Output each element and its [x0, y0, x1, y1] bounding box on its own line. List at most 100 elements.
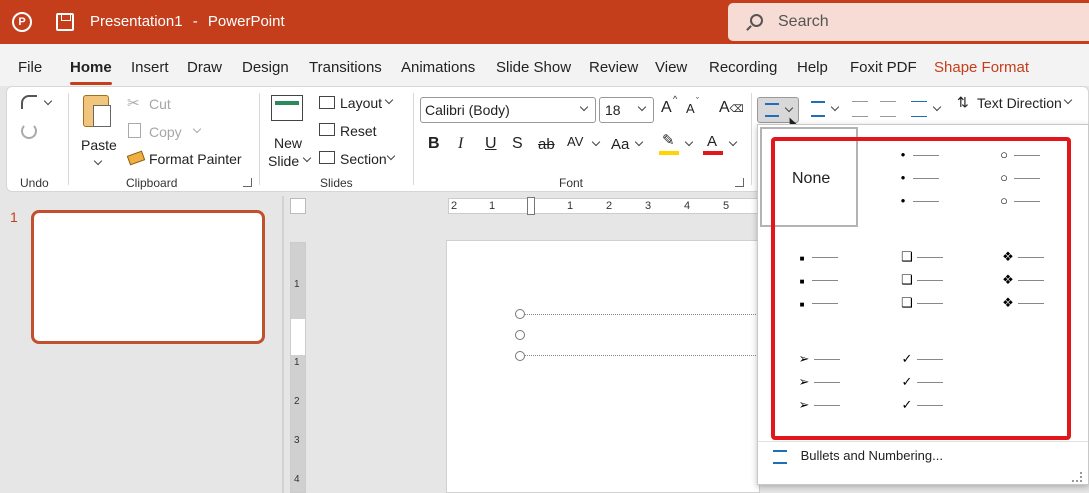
filled-square-bullet-icon: ■	[799, 300, 805, 309]
new-slide-header-icon	[275, 101, 299, 105]
text-placeholder-box[interactable]	[520, 314, 760, 356]
tab-review[interactable]: Review	[589, 59, 638, 76]
tab-help[interactable]: Help	[797, 59, 828, 76]
decrease-font-size-button[interactable]: A	[686, 101, 695, 116]
tab-recording[interactable]: Recording	[709, 59, 777, 76]
layout-button[interactable]: Layout	[340, 95, 382, 111]
bullet-option-none[interactable]: None	[760, 127, 858, 227]
section-dropdown-chevron-icon[interactable]	[386, 151, 396, 161]
ruler-label: 1	[294, 357, 300, 368]
filled-round-bullet-icon: •	[900, 193, 906, 208]
undo-dropdown-chevron-icon[interactable]	[43, 96, 53, 106]
character-spacing-chevron-icon[interactable]	[591, 137, 601, 147]
bullet-option-arrow[interactable]: ➢ ➢ ➢	[760, 339, 858, 439]
bullet-option-filled-square[interactable]: ■ ■ ■	[760, 233, 858, 333]
bullet-option-filled-round[interactable]: • • •	[865, 127, 963, 227]
undo-icon[interactable]	[21, 95, 37, 109]
font-size-chevron-icon	[637, 102, 647, 112]
search-icon	[750, 14, 763, 27]
text-shadow-button[interactable]: S	[512, 135, 523, 153]
horizontal-ruler[interactable]: 2 1 1 2 3 4 5	[448, 197, 759, 215]
ruler-tab-selector[interactable]	[290, 198, 306, 214]
paste-page-icon	[93, 105, 111, 127]
copy-icon	[128, 123, 141, 138]
indent-marker-icon[interactable]	[527, 197, 535, 215]
resize-grip-icon[interactable]	[1072, 472, 1082, 482]
layout-dropdown-chevron-icon[interactable]	[384, 95, 394, 105]
pane-splitter[interactable]	[282, 196, 284, 493]
font-dialog-launcher-icon[interactable]	[735, 178, 744, 187]
ruler-label: 5	[723, 200, 730, 212]
bullet-option-hollow-round[interactable]: ○ ○ ○	[970, 127, 1068, 227]
save-icon[interactable]	[56, 13, 74, 31]
change-case-button[interactable]: Aa	[611, 136, 629, 153]
tab-slide-show[interactable]: Slide Show	[496, 59, 571, 76]
copy-dropdown-chevron-icon[interactable]	[192, 124, 202, 134]
tab-transitions[interactable]: Transitions	[309, 59, 382, 76]
star-bullet-icon: ❖	[1002, 295, 1014, 310]
vertical-ruler[interactable]: 1 1 2 3 4	[290, 242, 306, 493]
character-spacing-button[interactable]: AV	[567, 134, 583, 149]
app-name: PowerPoint	[207, 13, 285, 30]
numbering-icon[interactable]	[811, 101, 825, 117]
resize-handle[interactable]	[515, 309, 525, 319]
reset-button[interactable]: Reset	[340, 123, 377, 139]
bullet-option-checkmark[interactable]: ✓ ✓ ✓	[865, 339, 963, 439]
tab-design[interactable]: Design	[242, 59, 289, 76]
ruler-label: 2	[294, 396, 300, 407]
increase-indent-icon[interactable]	[880, 101, 896, 117]
bold-button[interactable]: B	[428, 135, 440, 153]
resize-handle[interactable]	[515, 351, 525, 361]
clipboard-dialog-launcher-icon[interactable]	[243, 178, 252, 187]
star-bullet-icon: ❖	[1002, 249, 1014, 264]
copy-button[interactable]: Copy	[149, 124, 182, 140]
cut-button[interactable]: Cut	[149, 96, 171, 112]
bullets-and-numbering-menu-item[interactable]: Bullets and Numbering...	[773, 448, 943, 464]
change-case-chevron-icon[interactable]	[634, 137, 644, 147]
slide-canvas[interactable]	[446, 240, 760, 493]
bullet-option-hollow-square[interactable]: ❑ ❑ ❑	[865, 233, 963, 333]
highlight-pen-icon[interactable]: ✎	[662, 131, 675, 149]
text-direction-button[interactable]: Text Direction	[977, 95, 1062, 111]
tab-home[interactable]: Home	[70, 59, 112, 85]
new-slide-label-line1: New	[274, 135, 303, 151]
font-size-value: 18	[605, 102, 621, 118]
highlight-color-chevron-icon[interactable]	[684, 137, 694, 147]
decrease-indent-icon[interactable]	[852, 101, 868, 117]
undo-group-label: Undo	[20, 176, 49, 190]
hollow-square-bullet-icon: ❑	[901, 272, 913, 287]
strikethrough-button[interactable]: ab	[538, 136, 555, 153]
numbering-dropdown-chevron-icon[interactable]	[830, 102, 840, 112]
font-size-dropdown[interactable]: 18	[599, 97, 654, 123]
slide-thumbnail[interactable]	[31, 210, 265, 344]
format-painter-brush-icon	[126, 150, 146, 166]
underline-button[interactable]: U	[485, 135, 497, 153]
bullet-option-star[interactable]: ❖ ❖ ❖	[970, 233, 1068, 333]
tab-view[interactable]: View	[655, 59, 687, 76]
clear-formatting-button[interactable]: A⌫	[719, 99, 744, 117]
ruler-label: 3	[294, 435, 300, 446]
paste-button[interactable]: Paste	[75, 91, 123, 169]
tab-draw[interactable]: Draw	[187, 59, 222, 76]
resize-handle[interactable]	[515, 330, 525, 340]
increase-font-size-button[interactable]: A	[661, 99, 672, 117]
line-spacing-chevron-icon[interactable]	[932, 102, 942, 112]
new-slide-button[interactable]: New Slide	[265, 91, 312, 171]
format-painter-button[interactable]: Format Painter	[149, 151, 242, 167]
font-color-chevron-icon[interactable]	[728, 137, 738, 147]
italic-button[interactable]: I	[458, 135, 463, 153]
redo-icon[interactable]	[21, 123, 37, 139]
new-slide-dropdown-chevron-icon	[302, 153, 312, 163]
tab-shape-format[interactable]: Shape Format	[934, 59, 1029, 76]
section-button[interactable]: Section	[340, 151, 387, 167]
ruler-label: 4	[294, 474, 300, 485]
line-spacing-icon[interactable]	[911, 101, 927, 117]
tab-file[interactable]: File	[18, 59, 42, 76]
text-direction-chevron-icon[interactable]	[1063, 95, 1073, 105]
tab-insert[interactable]: Insert	[131, 59, 169, 76]
tab-foxit-pdf[interactable]: Foxit PDF	[850, 59, 917, 76]
search-box[interactable]: Search	[728, 3, 1089, 41]
font-name-dropdown[interactable]: Calibri (Body)	[420, 97, 596, 123]
font-color-button[interactable]: A	[707, 133, 717, 150]
tab-animations[interactable]: Animations	[401, 59, 475, 76]
